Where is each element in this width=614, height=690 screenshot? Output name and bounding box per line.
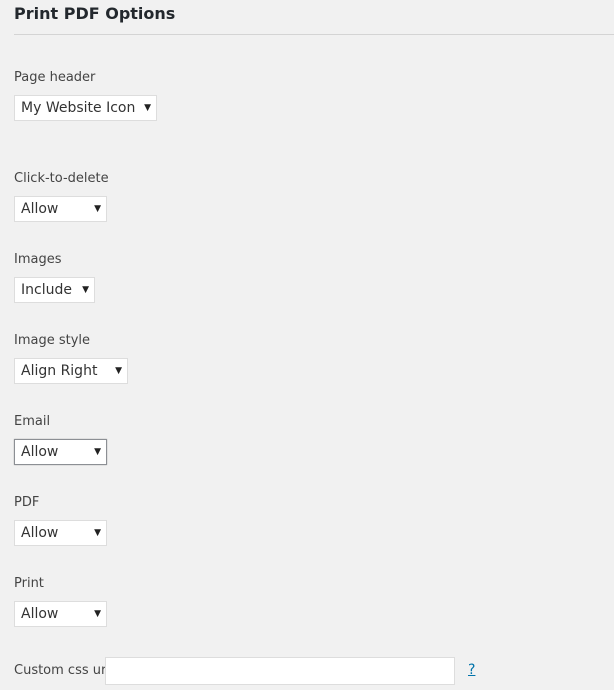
page-header-label: Page header (14, 70, 96, 85)
image-style-label: Image style (14, 333, 91, 348)
chevron-down-icon: ▼ (94, 609, 101, 619)
image-style-select[interactable]: Align Right ▼ (14, 358, 128, 384)
email-label: Email (14, 414, 51, 429)
custom-css-url-label: Custom css url (14, 663, 110, 678)
pdf-label: PDF (14, 495, 40, 510)
page-header-selected-value: My Website Icon (21, 100, 136, 116)
images-selected-value: Include (21, 282, 72, 298)
print-pdf-options-page: Print PDF Options Page header My Website… (0, 0, 614, 690)
print-select[interactable]: Allow ▼ (14, 601, 107, 627)
images-label: Images (14, 252, 62, 267)
pdf-select[interactable]: Allow ▼ (14, 520, 107, 546)
page-title: Print PDF Options (14, 4, 176, 23)
images-select[interactable]: Include ▼ (14, 277, 95, 303)
email-select[interactable]: Allow ▼ (14, 439, 107, 465)
click-to-delete-selected-value: Allow (21, 201, 59, 217)
chevron-down-icon: ▼ (115, 366, 122, 376)
chevron-down-icon: ▼ (94, 204, 101, 214)
custom-css-help-link[interactable]: ? (468, 661, 475, 679)
pdf-selected-value: Allow (21, 525, 59, 541)
email-selected-value: Allow (21, 444, 59, 460)
print-selected-value: Allow (21, 606, 59, 622)
image-style-selected-value: Align Right (21, 363, 98, 379)
click-to-delete-label: Click-to-delete (14, 171, 109, 186)
click-to-delete-select[interactable]: Allow ▼ (14, 196, 107, 222)
chevron-down-icon: ▼ (144, 103, 151, 113)
page-header-select[interactable]: My Website Icon ▼ (14, 95, 157, 121)
title-divider (14, 34, 614, 35)
chevron-down-icon: ▼ (94, 528, 101, 538)
chevron-down-icon: ▼ (94, 447, 101, 457)
chevron-down-icon: ▼ (82, 285, 89, 295)
custom-css-url-input[interactable] (105, 657, 455, 685)
print-label: Print (14, 576, 44, 591)
